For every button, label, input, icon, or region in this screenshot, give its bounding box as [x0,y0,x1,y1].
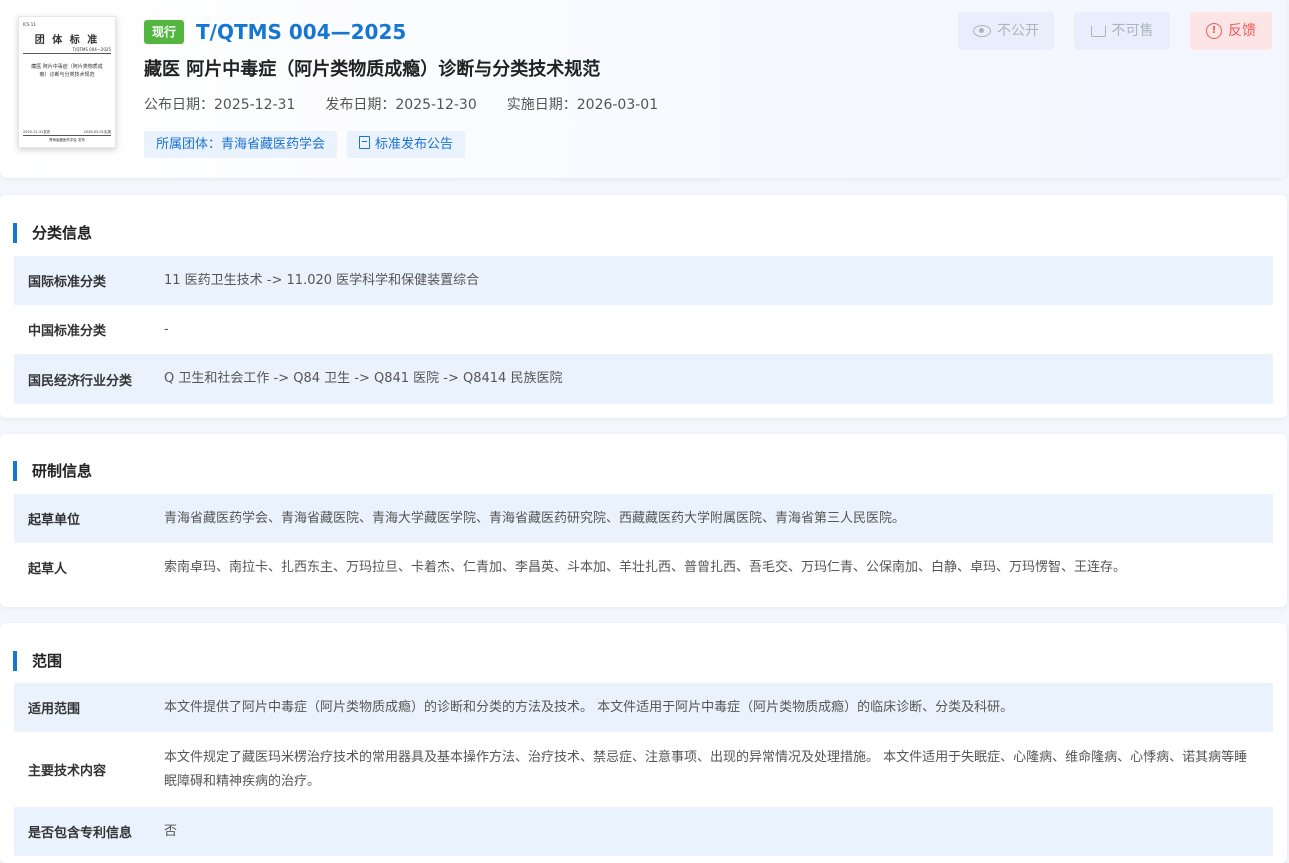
page-title: 藏医 阿片中毒症（阿片类物质成瘾）诊断与分类技术规范 [144,59,601,80]
announce-date: 公布日期：2025-12-31 [144,97,296,113]
cover-title: 团 体 标 准 [34,35,100,46]
cover-name: 藏医 阿片中毒症（阿片类物质成瘾）诊断与分类技术规范 [31,64,103,78]
standard-cover-thumbnail[interactable]: ICS 11 团 体 标 准 T/QTMS 004—2025 藏医 阿片中毒症（… [18,16,116,148]
section-title: 分类信息 [13,223,92,243]
development-section: 研制信息 起草单位 青海省藏医药学会、青海省藏医院、青海大学藏医学院、青海省藏医… [0,434,1287,607]
cover-divider-bottom [23,135,111,136]
not-for-sale-button[interactable]: 不可售 [1074,12,1170,50]
standard-code: T/QTMS 004—2025 [196,20,407,44]
table-row: 起草人 索南卓玛、南拉卡、扎西东主、万玛拉旦、卡着杰、仁青加、李昌英、斗本加、羊… [28,559,1127,578]
scope-section: 范围 适用范围 本文件提供了阿片中毒症（阿片类物质成瘾）的诊断和分类的方法及技术… [0,623,1287,863]
standard-header-card: ICS 11 团 体 标 准 T/QTMS 004—2025 藏医 阿片中毒症（… [0,0,1287,178]
table-row: 起草单位 青海省藏医药学会、青海省藏医院、青海大学藏医学院、青海省藏医药研究院、… [14,494,1273,543]
table-row: 中国标准分类 - [28,321,169,340]
table-row: 国民经济行业分类 Q 卫生和社会工作 -> Q84 卫生 -> Q841 医院 … [14,354,1273,404]
status-badge: 现行 [144,20,185,44]
publish-date: 发布日期：2025-12-30 [325,97,477,113]
document-icon [359,136,370,149]
implement-date: 实施日期：2026-03-01 [506,97,659,113]
cart-icon [1090,25,1106,37]
section-title: 范围 [13,651,62,671]
not-public-button[interactable]: 不公开 [958,12,1054,50]
cover-code: T/QTMS 004—2025 [72,47,111,52]
cover-org: 青海省藏医药学会 发布 [48,138,86,142]
standard-dates: 公布日期：2025-12-31 发布日期：2025-12-30 实施日期：202… [144,94,688,116]
cover-divider [23,53,111,54]
eye-icon [973,25,991,37]
classification-section: 分类信息 国际标准分类 11 医药卫生技术 -> 11.020 医学科学和保健装… [0,195,1287,418]
table-row: 国际标准分类 11 医药卫生技术 -> 11.020 医学科学和保健装置综合 [14,256,1273,305]
notice-tag-link[interactable]: 标准发布公告 [347,131,466,158]
table-row: 主要技术内容 本文件规定了藏医玛米楞治疗技术的常用器具及基本操作方法、治疗技术、… [28,749,1248,789]
cover-ics: ICS 11 [23,22,36,27]
page: ICS 11 团 体 标 准 T/QTMS 004—2025 藏医 阿片中毒症（… [0,0,1289,863]
table-row: 是否包含专利信息 否 [14,807,1273,856]
alert-icon: ! [1206,23,1222,39]
table-row: 适用范围 本文件提供了阿片中毒症（阿片类物质成瘾）的诊断和分类的方法及技术。 本… [14,683,1273,732]
org-tag-link[interactable]: 所属团体：青海省藏医药学会 [144,131,338,158]
section-title: 研制信息 [13,461,92,481]
feedback-button[interactable]: ! 反馈 [1190,12,1272,50]
